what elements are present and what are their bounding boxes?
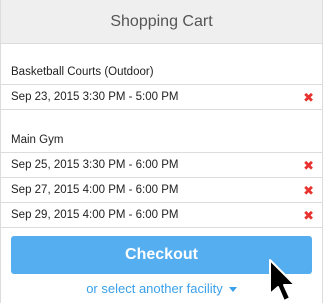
cart-item-time: Sep 23, 2015 3:30 PM - 5:00 PM xyxy=(11,91,179,103)
select-another-facility-label: or select another facility xyxy=(86,281,223,296)
facility-title-main-gym: Main Gym xyxy=(1,120,322,153)
close-icon[interactable]: ✖ xyxy=(303,159,314,172)
close-icon[interactable]: ✖ xyxy=(303,184,314,197)
close-icon[interactable]: ✖ xyxy=(303,91,314,104)
cart-header: Shopping Cart xyxy=(1,0,322,44)
cart-item: Sep 29, 2015 4:00 PM - 6:00 PM ✖ xyxy=(1,203,322,228)
caret-down-icon xyxy=(228,287,237,293)
cart-item: Sep 27, 2015 4:00 PM - 6:00 PM ✖ xyxy=(1,178,322,203)
checkout-button-label: Checkout xyxy=(125,246,198,263)
facility-title-basketball: Basketball Courts (Outdoor) xyxy=(1,52,322,85)
cart-title: Shopping Cart xyxy=(110,12,213,30)
cart-item-time: Sep 25, 2015 3:30 PM - 6:00 PM xyxy=(11,159,179,171)
shopping-cart-panel: Shopping Cart Basketball Courts (Outdoor… xyxy=(0,0,323,303)
cart-item-time: Sep 29, 2015 4:00 PM - 6:00 PM xyxy=(11,209,179,221)
cart-item: Sep 23, 2015 3:30 PM - 5:00 PM ✖ xyxy=(1,85,322,110)
cart-item-time: Sep 27, 2015 4:00 PM - 6:00 PM xyxy=(11,184,179,196)
close-icon[interactable]: ✖ xyxy=(303,209,314,222)
mouse-pointer-icon xyxy=(269,259,296,302)
cart-item: Sep 25, 2015 3:30 PM - 6:00 PM ✖ xyxy=(1,153,322,178)
